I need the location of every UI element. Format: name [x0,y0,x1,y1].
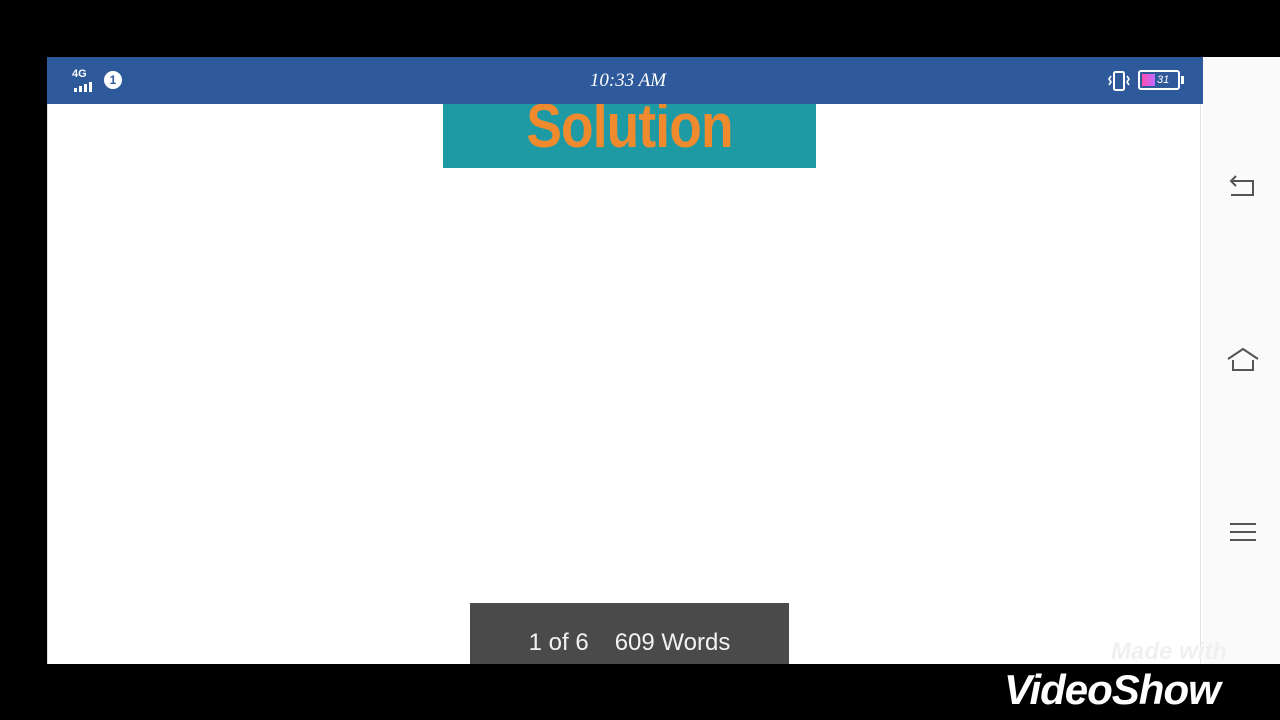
page-indicator: 1 of 6 [528,628,589,656]
menu-icon[interactable] [1225,514,1261,550]
status-bar: 4G 1 10:33 AM 31 [47,57,1209,104]
videoshow-watermark: VideoShow [1004,666,1221,713]
battery-level: 31 [1157,74,1170,86]
navigation-bar [1203,57,1280,664]
made-with-watermark: Made with [1111,638,1228,664]
phone-screen: 4G 1 10:33 AM 31 Solution 2021 1 of 6 [47,57,1280,664]
status-time: 10:33 AM [589,70,667,91]
vibrate-icon [1108,71,1130,91]
home-icon[interactable] [1225,342,1261,378]
battery-icon: 31 [1138,70,1184,90]
word-count: 609 Words [614,628,731,656]
page-info-toast: 1 of 6 609 Words [470,603,789,664]
document-view[interactable]: Solution 2021 1 of 6 609 Words [47,104,1202,664]
divider [1200,104,1201,664]
banner-title: Solution 2021 [526,104,733,168]
back-icon[interactable] [1225,171,1261,207]
document-banner-image: Solution 2021 [443,104,816,168]
